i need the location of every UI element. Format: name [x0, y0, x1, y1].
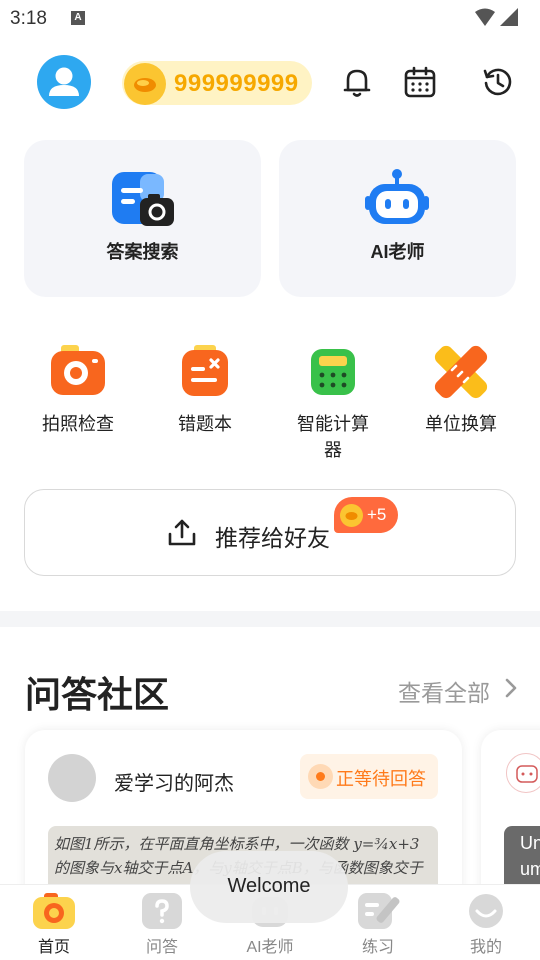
nav-home[interactable]: 首页 [0, 891, 108, 957]
coin-balance[interactable]: 999999999 [122, 61, 312, 105]
history-icon[interactable] [481, 65, 515, 99]
post-author-avatar[interactable] [506, 753, 540, 793]
question-image-text: Un um [520, 833, 540, 879]
mistake-book-icon [176, 343, 234, 401]
welcome-toast-text: Welcome [227, 875, 311, 897]
mistake-book-tool[interactable]: 错题本 [150, 343, 260, 437]
photo-check-label: 拍照检查 [42, 414, 114, 434]
welcome-toast: Welcome [190, 851, 348, 923]
answer-search-label: 答案搜索 [106, 242, 179, 262]
robot-icon [365, 169, 429, 224]
recommend-friend-button[interactable]: 推荐给好友 [24, 489, 516, 576]
photo-check-tool[interactable]: 拍照检查 [23, 343, 133, 437]
recommend-label: 推荐给好友 [215, 525, 330, 551]
nav-mine-label: 我的 [469, 939, 502, 956]
calculator-icon [304, 343, 362, 401]
coin-value: 999999999 [174, 70, 299, 97]
status-badge-text: 正等待回答 [336, 769, 426, 789]
calculator-label: 智能计算器 [297, 414, 369, 460]
post-author-avatar[interactable] [48, 754, 96, 802]
status-time: 3:18 [10, 8, 47, 29]
answer-search-card[interactable]: 答案搜索 [24, 140, 261, 297]
user-avatar[interactable] [37, 55, 91, 109]
ai-teacher-card[interactable]: AI老师 [279, 140, 516, 297]
mistake-book-label: 错题本 [178, 414, 232, 434]
view-all-link[interactable]: 查看全部 [398, 674, 490, 708]
user-icon [49, 67, 79, 96]
practice-icon [356, 891, 400, 931]
answer-search-icon [112, 172, 174, 226]
unit-convert-label: 单位换算 [425, 414, 497, 434]
nav-practice-label: 练习 [361, 939, 394, 956]
home-camera-icon [32, 891, 76, 931]
coin-small-icon [340, 504, 363, 527]
nav-ai-teacher-label: AI老师 [246, 939, 294, 956]
status-badge: 正等待回答 [300, 754, 438, 799]
calendar-icon[interactable] [403, 65, 437, 99]
wifi-icon [475, 8, 495, 26]
camera-icon [49, 343, 107, 401]
ruler-icon [432, 343, 490, 401]
ai-teacher-label: AI老师 [370, 242, 425, 262]
notification-a-icon: A [71, 11, 85, 25]
nav-mine[interactable]: 我的 [432, 891, 540, 957]
section-divider [0, 611, 540, 627]
status-bar: 3:18 A [0, 0, 540, 36]
signal-icon [500, 8, 518, 26]
chevron-right-icon[interactable] [503, 678, 519, 698]
profile-icon [464, 891, 508, 931]
unit-convert-tool[interactable]: 单位换算 [406, 343, 516, 437]
coin-icon [124, 63, 166, 105]
post-author-name: 爱学习的阿杰 [114, 773, 234, 795]
reward-badge: +5 [334, 497, 398, 533]
question-icon [140, 891, 184, 931]
status-icons [474, 8, 520, 33]
bell-icon[interactable] [340, 65, 374, 99]
calculator-tool[interactable]: 智能计算器 [278, 343, 388, 463]
share-icon [168, 519, 196, 546]
pending-dot-icon [308, 764, 333, 789]
reward-text: +5 [367, 505, 387, 524]
nav-qa-label: 问答 [145, 939, 178, 956]
nav-home-label: 首页 [37, 939, 70, 956]
community-title: 问答社区 [25, 674, 170, 715]
